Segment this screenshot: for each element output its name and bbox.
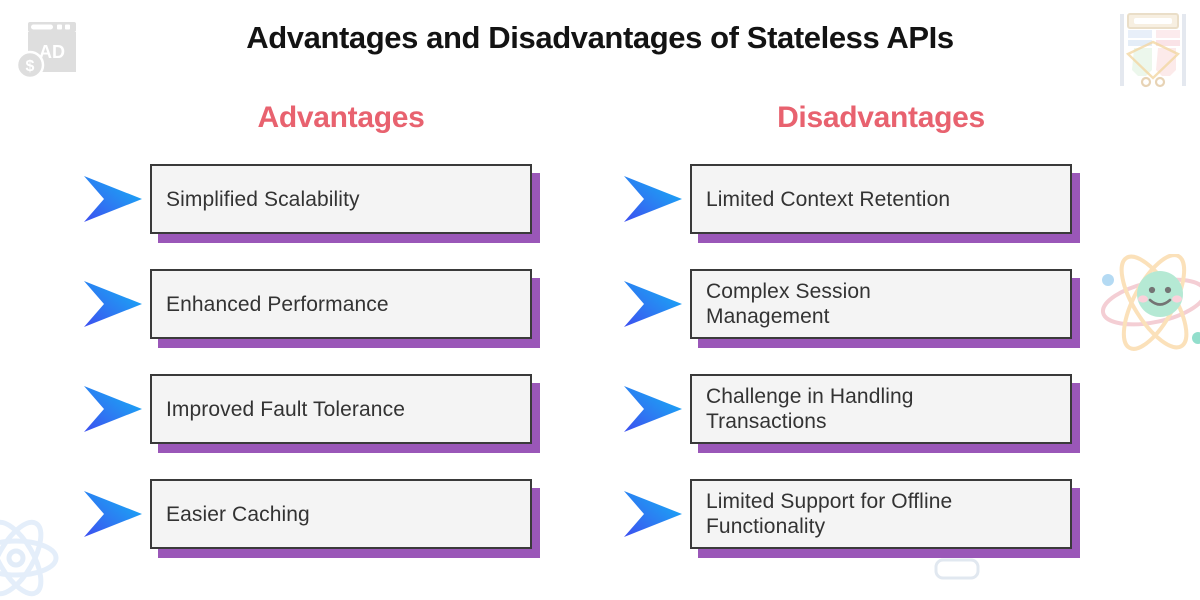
page-title: Advantages and Disadvantages of Stateles… — [246, 20, 954, 55]
item-label: Improved Fault Tolerance — [166, 397, 405, 421]
infographic-canvas: AD $ Advantages and Disadvantages of Sta… — [0, 0, 1200, 600]
disadvantages-heading: Disadvantages — [777, 101, 985, 134]
arrow-right-icon — [622, 170, 690, 228]
item-box[interactable]: Enhanced Performance — [150, 269, 532, 339]
svg-text:$: $ — [26, 58, 35, 75]
item-box[interactable]: Limited Context Retention — [690, 164, 1072, 234]
item-label: Limited Support for Offline Functionalit… — [706, 490, 953, 538]
list-item[interactable]: Limited Support for Offline Functionalit… — [622, 479, 1080, 558]
item-label: Limited Context Retention — [706, 187, 951, 211]
item-box[interactable]: Complex Session Management — [690, 269, 1072, 339]
item-label: Easier Caching — [166, 502, 310, 526]
react-atom-icon — [0, 519, 59, 597]
list-item[interactable]: Improved Fault Tolerance — [82, 374, 540, 453]
atom-smiley-face-icon — [1100, 254, 1200, 351]
arrow-right-icon — [82, 485, 150, 543]
item-box[interactable]: Improved Fault Tolerance — [150, 374, 532, 444]
arrow-right-icon — [82, 380, 150, 438]
arrow-right-icon — [622, 275, 690, 333]
item-label: Simplified Scalability — [166, 187, 360, 211]
item-box[interactable]: Easier Caching — [150, 479, 532, 549]
item-box-shadow: Limited Support for Offline Functionalit… — [690, 479, 1080, 558]
item-box-shadow: Improved Fault Tolerance — [150, 374, 540, 453]
item-box-shadow: Enhanced Performance — [150, 269, 540, 348]
arrow-right-icon — [82, 170, 150, 228]
item-label: Enhanced Performance — [166, 292, 389, 316]
item-box-shadow: Simplified Scalability — [150, 164, 540, 243]
item-box-shadow: Complex Session Management — [690, 269, 1080, 348]
list-item[interactable]: Enhanced Performance — [82, 269, 540, 348]
arrow-right-icon — [622, 485, 690, 543]
list-item[interactable]: Simplified Scalability — [82, 164, 540, 243]
list-item[interactable]: Limited Context Retention — [622, 164, 1080, 243]
arrow-right-icon — [82, 275, 150, 333]
arrow-right-icon — [622, 380, 690, 438]
list-item[interactable]: Complex Session Management — [622, 269, 1080, 348]
item-box-shadow: Limited Context Retention — [690, 164, 1080, 243]
list-item[interactable]: Challenge in Handling Transactions — [622, 374, 1080, 453]
item-box-shadow: Easier Caching — [150, 479, 540, 558]
list-item[interactable]: Easier Caching — [82, 479, 540, 558]
advantages-heading: Advantages — [257, 101, 425, 134]
disadvantages-column: Disadvantages Limited Context Retention — [622, 96, 1080, 584]
item-box-shadow: Challenge in Handling Transactions — [690, 374, 1080, 453]
item-box[interactable]: Challenge in Handling Transactions — [690, 374, 1072, 444]
item-box[interactable]: Limited Support for Offline Functionalit… — [690, 479, 1072, 549]
item-box[interactable]: Simplified Scalability — [150, 164, 532, 234]
advantages-column: Advantages Simplified Scalability Enhanc… — [82, 96, 540, 584]
item-label: Complex Session Management — [706, 280, 871, 328]
item-label: Challenge in Handling Transactions — [706, 385, 914, 433]
